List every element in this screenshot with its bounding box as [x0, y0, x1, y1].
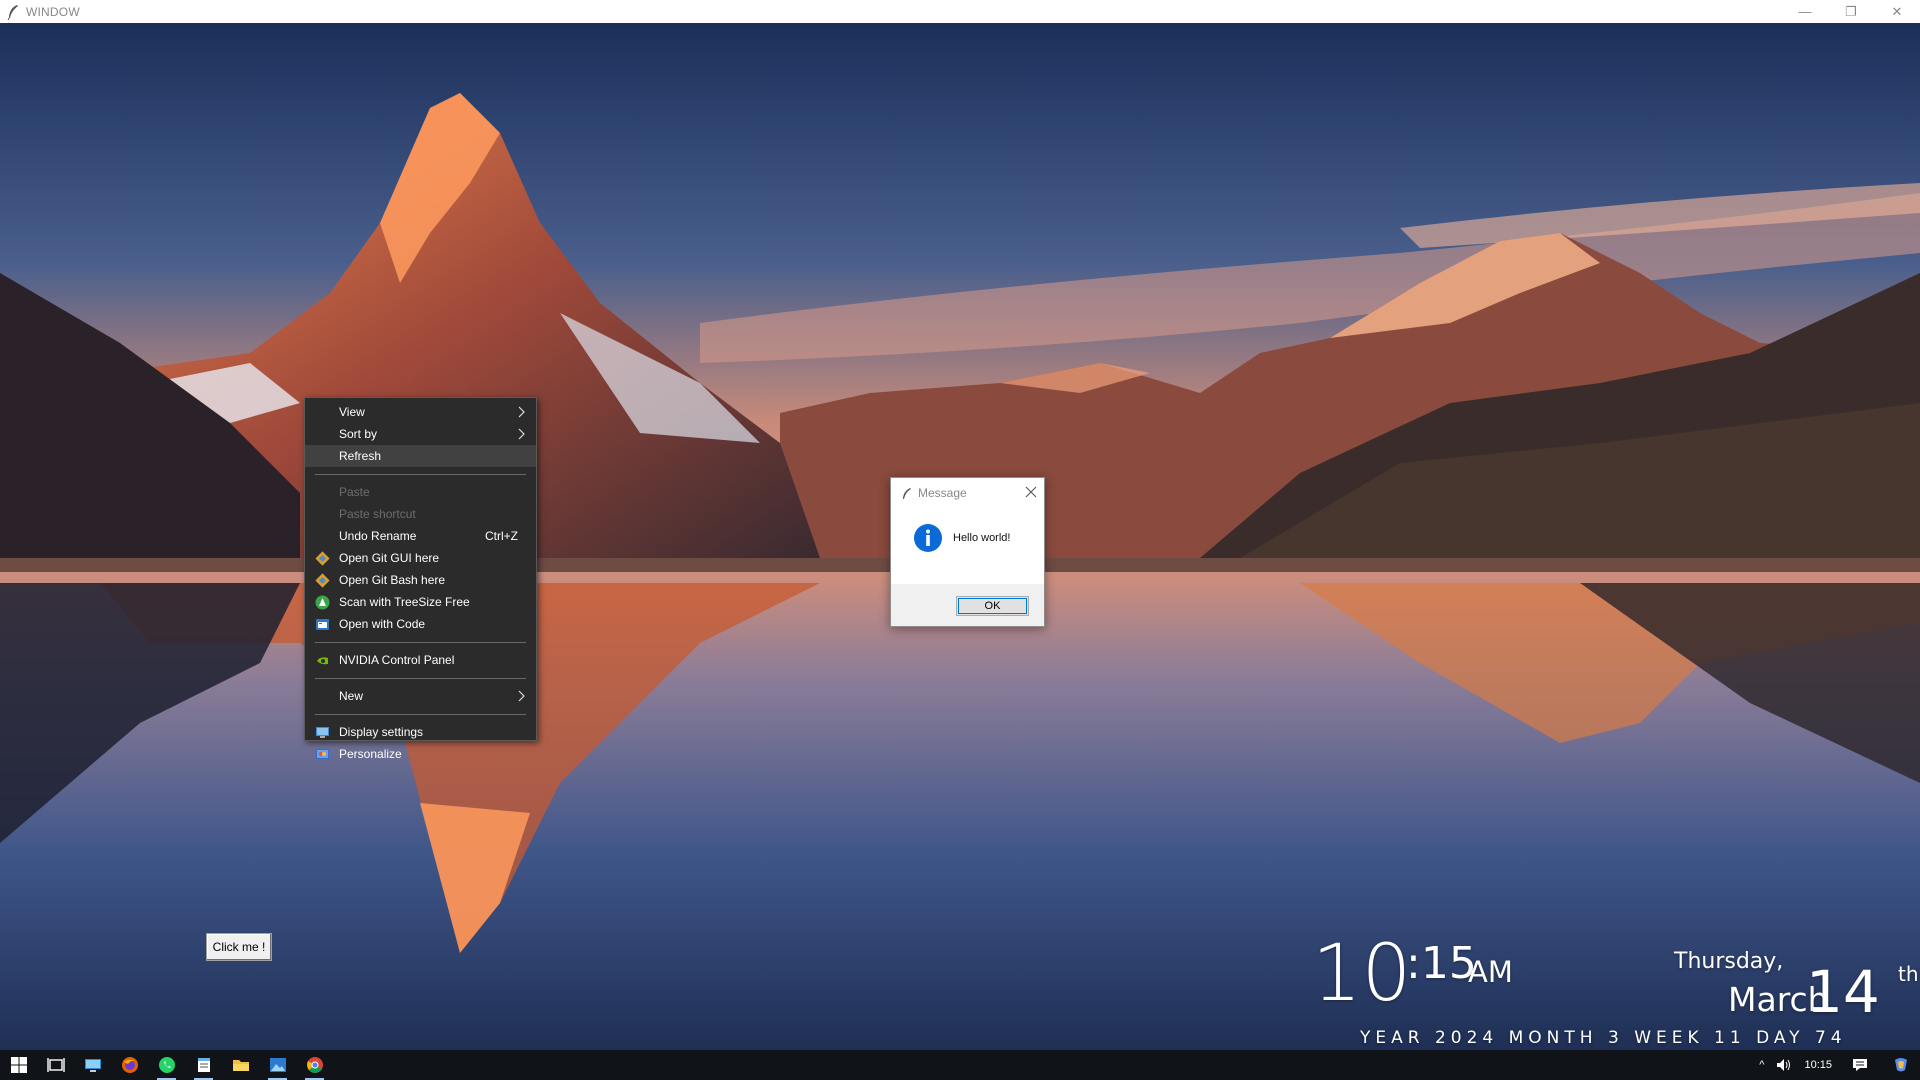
menu-item-nvidia-control-panel[interactable]: NVIDIA Control Panel — [305, 649, 536, 671]
clock-weekday: Thursday, — [1674, 949, 1784, 974]
chevron-right-icon — [518, 690, 525, 702]
restore-button[interactable]: ❐ — [1828, 0, 1874, 23]
desktop-context-menu: View Sort by Refresh Paste Paste shortcu… — [304, 397, 537, 761]
chevron-right-icon — [518, 428, 525, 440]
menu-item-open-git-gui[interactable]: Open Git GUI here — [305, 547, 536, 569]
menu-item-label: Sort by — [339, 427, 378, 441]
menu-item-label: Scan with TreeSize Free — [339, 595, 470, 609]
menu-item-label: Paste shortcut — [339, 507, 416, 521]
clock-ampm: AM — [1468, 955, 1513, 989]
menu-item-label: View — [339, 405, 365, 419]
window-titlebar: WINDOW — ❐ ✕ — [0, 0, 1920, 23]
clock-date-stats: YEAR 2024 MONTH 3 WEEK 11 DAY 74 — [1360, 1028, 1847, 1048]
dialog-body: Hello world! — [891, 508, 1044, 568]
photos-icon[interactable] — [259, 1050, 296, 1080]
clock-hour: 10 — [1312, 929, 1412, 1019]
message-dialog: Message Hello world! OK — [890, 477, 1045, 627]
start-icon[interactable] — [0, 1050, 37, 1080]
dialog-titlebar: Message — [891, 478, 1044, 508]
vscode-icon — [316, 619, 329, 630]
menu-item-personalize[interactable]: Personalize — [305, 743, 536, 765]
clock-day: 14 — [1806, 958, 1880, 1026]
file-explorer-icon[interactable] — [222, 1050, 259, 1080]
menu-item-new[interactable]: New — [305, 685, 536, 707]
menu-item-view[interactable]: View — [305, 401, 536, 423]
menu-separator — [315, 642, 526, 643]
taskbar: ^ 10:15 — [0, 1050, 1920, 1080]
menu-separator — [315, 678, 526, 679]
copilot-icon[interactable] — [1882, 1050, 1920, 1080]
clock-minute: :15 — [1406, 938, 1477, 989]
firefox-icon[interactable] — [111, 1050, 148, 1080]
git-icon — [315, 573, 330, 588]
whatsapp-icon[interactable] — [148, 1050, 185, 1080]
chevron-up-icon[interactable]: ^ — [1753, 1050, 1770, 1080]
nvidia-icon — [317, 657, 328, 665]
menu-item-label: Refresh — [339, 449, 382, 463]
dialog-message: Hello world! — [953, 532, 1011, 544]
display-icon — [316, 727, 329, 738]
menu-item-label: Open with Code — [339, 617, 426, 631]
personalize-icon — [316, 749, 329, 759]
notification-icon[interactable] — [1838, 1050, 1882, 1080]
menu-item-undo-rename[interactable]: Undo Rename Ctrl+Z — [305, 525, 536, 547]
volume-icon[interactable] — [1770, 1050, 1798, 1080]
notepad-icon[interactable] — [185, 1050, 222, 1080]
menu-item-refresh[interactable]: Refresh — [305, 445, 536, 467]
window-title: WINDOW — [26, 4, 80, 19]
dialog-footer: OK — [891, 584, 1044, 626]
close-icon[interactable] — [1024, 485, 1038, 499]
menu-item-label: NVIDIA Control Panel — [339, 653, 455, 667]
close-button[interactable]: ✕ — [1874, 0, 1920, 23]
taskbar-clock[interactable]: 10:15 — [1798, 1050, 1838, 1080]
menu-item-label: Paste — [339, 485, 370, 499]
menu-item-paste[interactable]: Paste — [305, 481, 536, 503]
menu-shortcut: Ctrl+Z — [485, 529, 518, 543]
menu-item-open-with-code[interactable]: Open with Code — [305, 613, 536, 635]
info-icon — [914, 524, 942, 552]
menu-separator — [315, 474, 526, 475]
system-tray: ^ 10:15 — [1753, 1050, 1920, 1080]
dialog-title: Message — [918, 486, 967, 500]
ok-button[interactable]: OK — [956, 596, 1029, 616]
feather-icon — [7, 4, 18, 20]
chevron-right-icon — [518, 406, 525, 418]
git-icon — [315, 551, 330, 566]
minimize-button[interactable]: — — [1782, 0, 1828, 23]
menu-item-scan-treesize[interactable]: Scan with TreeSize Free — [305, 591, 536, 613]
menu-item-paste-shortcut[interactable]: Paste shortcut — [305, 503, 536, 525]
menu-item-label: Undo Rename — [339, 529, 417, 543]
clock-day-suffix: th — [1898, 962, 1919, 986]
menu-item-sort-by[interactable]: Sort by — [305, 423, 536, 445]
this-pc-icon[interactable] — [74, 1050, 111, 1080]
menu-item-label: Personalize — [339, 747, 402, 761]
menu-item-label: Display settings — [339, 725, 424, 739]
menu-item-open-git-bash[interactable]: Open Git Bash here — [305, 569, 536, 591]
treesize-icon — [315, 595, 330, 610]
menu-item-label: Open Git Bash here — [339, 573, 446, 587]
menu-item-display-settings[interactable]: Display settings — [305, 721, 536, 743]
menu-separator — [315, 714, 526, 715]
menu-item-label: Open Git GUI here — [339, 551, 440, 565]
feather-icon — [903, 487, 911, 499]
chrome-icon[interactable] — [296, 1050, 333, 1080]
task-view-icon[interactable] — [37, 1050, 74, 1080]
click-me-button[interactable]: Click me ! — [206, 933, 272, 961]
menu-item-label: New — [339, 689, 364, 703]
